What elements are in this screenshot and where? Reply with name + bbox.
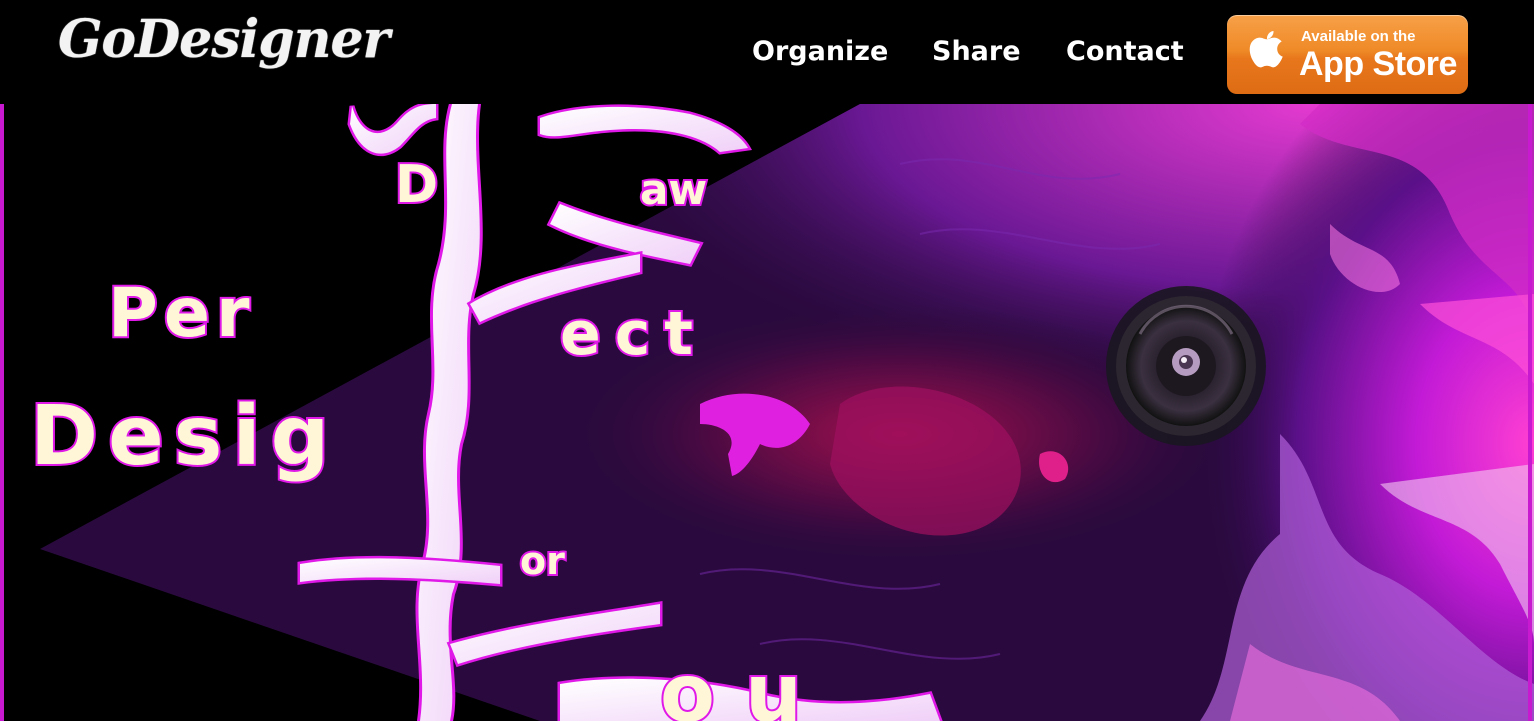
apple-icon — [1249, 31, 1283, 68]
site-logo[interactable]: GoDesigner — [58, 14, 390, 66]
hero-banner: D aw Per ect Desig or ou — [0, 104, 1534, 721]
hero-artwork: D aw Per ect Desig or ou — [0, 104, 1534, 721]
art-word-design: Desig — [30, 389, 339, 484]
art-word-draw-d: D — [395, 155, 438, 215]
art-word-for: or — [520, 539, 565, 583]
left-edge-accent — [0, 104, 4, 721]
top-navigation-bar: GoDesigner Organize Share Contact Availa… — [0, 0, 1534, 104]
art-word-draw-aw: aw — [640, 165, 707, 214]
art-word-you: ou — [660, 647, 832, 721]
art-word-ect: ect — [560, 299, 707, 369]
nav-link-organize[interactable]: Organize — [752, 36, 932, 68]
app-store-big-text: App Store — [1299, 45, 1457, 83]
app-store-small-text: Available on the — [1301, 28, 1416, 45]
right-edge-accent — [1528, 104, 1532, 721]
page: GoDesigner Organize Share Contact Availa… — [0, 0, 1534, 721]
nav-link-contact[interactable]: Contact — [1066, 36, 1191, 68]
art-word-per: Per — [108, 274, 256, 353]
main-nav: Organize Share Contact — [752, 36, 1191, 68]
camera-lens-graphic — [1106, 286, 1266, 446]
app-store-badge-button[interactable]: Available on the App Store — [1227, 15, 1468, 94]
nav-link-share[interactable]: Share — [932, 36, 1066, 68]
